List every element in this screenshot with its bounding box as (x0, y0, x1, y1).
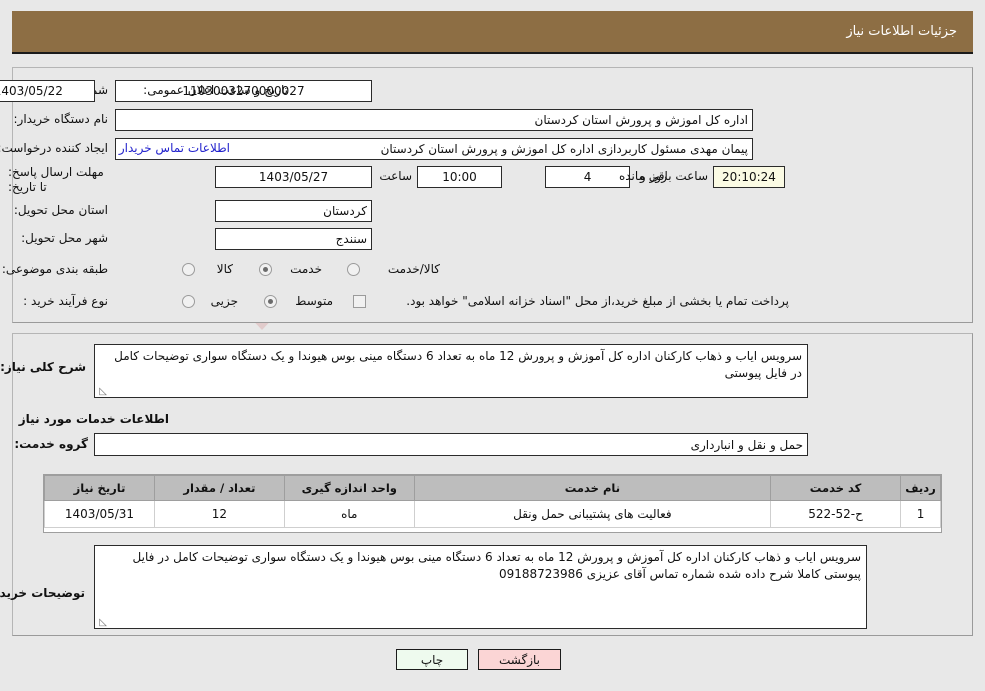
remaining-time-value: 20:10:24 (713, 166, 785, 188)
back-button[interactable]: بازگشت (478, 649, 561, 670)
print-button[interactable]: چاپ (396, 649, 468, 670)
announce-datetime-value: 1403/05/22 - 12:06 (0, 80, 95, 102)
radio-process-medium-label[interactable]: متوسط (295, 294, 333, 308)
remaining-time-label: ساعت باقی مانده (618, 169, 708, 183)
radio-category-goods-service[interactable] (347, 263, 360, 276)
process-label: نوع فرآیند خرید : (23, 294, 108, 308)
td-service-name: فعالیت های پشتیبانی حمل ونقل (413, 500, 772, 528)
page-header: جزئیات اطلاعات نیاز (12, 11, 973, 54)
th-row-no: ردیف (900, 475, 941, 501)
remaining-days-value: 4 (545, 166, 630, 188)
th-need-date: تاریخ نیاز (44, 475, 155, 501)
need-summary-label: شرح کلی نیاز: (0, 360, 86, 374)
buyer-notes-label: توضیحات خریدار: (0, 586, 85, 600)
announce-datetime-label: تاریخ و ساعت اعلان عمومی: (143, 83, 288, 97)
province-value: کردستان (215, 200, 372, 222)
buyer-contact-link[interactable]: اطلاعات تماس خریدار (119, 141, 230, 155)
deadline-date-value: 1403/05/27 (215, 166, 372, 188)
radio-process-minor-label[interactable]: جزیی (211, 294, 238, 308)
resize-grip-icon[interactable]: ◺ (97, 387, 107, 397)
radio-category-goods-label[interactable]: کالا (217, 262, 233, 276)
buyer-notes-textarea[interactable]: سرویس ایاب و ذهاب کارکنان اداره کل آموزش… (94, 545, 867, 629)
radio-category-goods[interactable] (182, 263, 195, 276)
td-service-code: ح-52-522 (770, 500, 902, 528)
table-row[interactable]: 1 ح-52-522 فعالیت های پشتیبانی حمل ونقل … (44, 500, 941, 528)
page-title: جزئیات اطلاعات نیاز (846, 24, 957, 39)
buyer-notes-text: سرویس ایاب و ذهاب کارکنان اداره کل آموزش… (132, 550, 861, 581)
buyer-org-value: اداره کل اموزش و پرورش استان کردستان (115, 109, 753, 131)
radio-category-service[interactable] (259, 263, 272, 276)
resize-grip-icon-2[interactable]: ◺ (97, 618, 107, 628)
deadline-label: مهلت ارسال پاسخ: تا تاریخ: (8, 165, 104, 194)
city-value: سنندج (215, 228, 372, 250)
category-label: طبقه بندی موضوعی: (1, 262, 108, 276)
table-header-row: ردیف کد خدمت نام خدمت واحد اندازه گیری ت… (44, 475, 941, 501)
service-group-value: حمل و نقل و انبارداری (94, 433, 808, 456)
td-unit: ماه (283, 500, 415, 528)
th-unit: واحد اندازه گیری (283, 475, 415, 501)
need-summary-textarea[interactable]: سرویس ایاب و ذهاب کارکنان اداره کل آموزش… (94, 344, 808, 398)
td-quantity: 12 (153, 500, 285, 528)
deadline-hour-label: ساعت (379, 169, 412, 183)
th-quantity: تعداد / مقدار (153, 475, 285, 501)
city-label: شهر محل تحویل: (21, 231, 108, 245)
page-root: AriaTender.net جزئیات اطلاعات نیاز شماره… (0, 0, 985, 691)
radio-category-goods-service-label[interactable]: کالا/خدمت (388, 262, 440, 276)
deadline-hour-value: 10:00 (417, 166, 502, 188)
td-need-date: 1403/05/31 (44, 500, 155, 528)
td-row-no: 1 (900, 500, 941, 528)
services-table: ردیف کد خدمت نام خدمت واحد اندازه گیری ت… (44, 475, 941, 528)
th-service-code: کد خدمت (770, 475, 902, 501)
radio-process-minor[interactable] (182, 295, 195, 308)
province-label: استان محل تحویل: (13, 203, 108, 217)
treasury-bond-checkbox[interactable] (353, 295, 366, 308)
need-info-panel (12, 67, 973, 323)
th-service-name: نام خدمت (413, 475, 772, 501)
radio-category-service-label[interactable]: خدمت (290, 262, 322, 276)
buyer-org-label: نام دستگاه خریدار: (13, 112, 109, 126)
radio-process-medium[interactable] (264, 295, 277, 308)
service-group-label: گروه خدمت: (14, 437, 88, 451)
need-summary-text: سرویس ایاب و ذهاب کارکنان اداره کل آموزش… (114, 349, 802, 380)
treasury-bond-label[interactable]: پرداخت تمام یا بخشی از مبلغ خرید،از محل … (406, 294, 789, 308)
services-heading: اطلاعات خدمات مورد نیاز (18, 412, 169, 426)
request-creator-label: ایجاد کننده درخواست: (0, 141, 108, 155)
